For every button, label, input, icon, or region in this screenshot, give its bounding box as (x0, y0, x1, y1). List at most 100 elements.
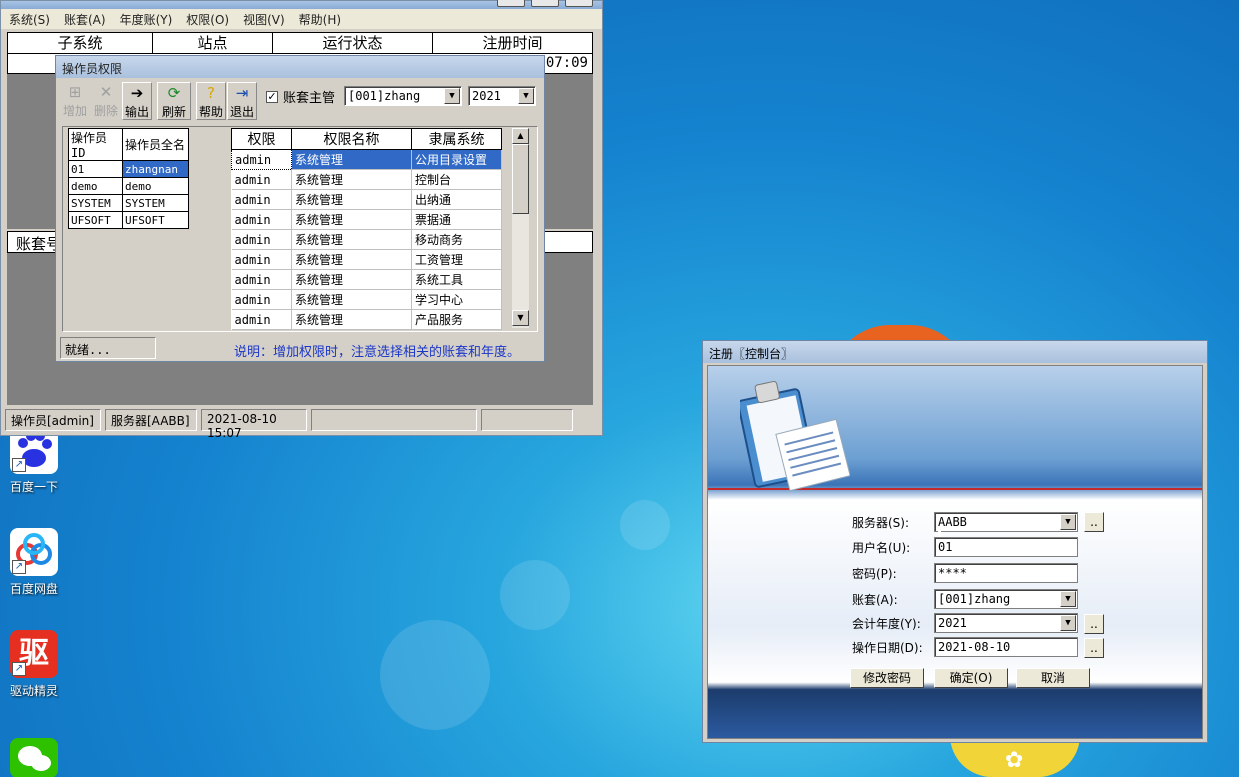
status-server: 服务器[AABB] (105, 409, 197, 431)
menu-help[interactable]: 帮助(H) (299, 11, 341, 28)
desktop-icon-wechat[interactable] (4, 738, 64, 777)
scroll-down-arrow-icon[interactable]: ▼ (512, 310, 529, 326)
refresh-label: 刷新 (161, 105, 186, 119)
desktop-icon-label: 百度网盘 (9, 582, 58, 596)
export-button[interactable]: ➔ 输出 (122, 82, 152, 120)
desktop-icon-baidu[interactable]: ↗ 百度一下 (4, 426, 64, 495)
menu-account[interactable]: 账套(A) (64, 11, 106, 28)
column-header[interactable]: 隶属系统 (411, 128, 502, 150)
menu-system[interactable]: 系统(S) (9, 11, 50, 28)
cancel-button[interactable]: 取消 (1016, 668, 1090, 688)
export-icon: ➔ (130, 84, 144, 102)
minimize-button[interactable] (497, 0, 525, 7)
permission-scrollbar[interactable]: ▲ ▼ (512, 128, 529, 328)
checkbox-label: 账套主管 (283, 91, 336, 106)
column-header[interactable]: 权限名称 (291, 128, 412, 150)
column-header[interactable]: 权限 (231, 128, 292, 150)
table-row[interactable]: admin 系统管理 票据通 (231, 209, 502, 230)
table-row[interactable]: admin 系统管理 工资管理 (231, 249, 502, 270)
wallpaper-bokeh (380, 620, 490, 730)
year-select[interactable]: 2021 ▼ (468, 86, 536, 106)
dialog-title: 操作员权限 (56, 56, 544, 78)
dropdown-arrow-icon[interactable]: ▼ (1060, 615, 1076, 631)
exit-button[interactable]: ⇥ 退出 (227, 82, 257, 120)
menu-permission[interactable]: 权限(O) (186, 11, 229, 28)
add-button[interactable]: ⊞ 增加 (60, 82, 90, 120)
server-browse-button[interactable]: .. (1084, 512, 1104, 532)
delete-label: 删除 (93, 104, 118, 118)
table-row[interactable]: demo demo (68, 177, 189, 195)
netdisk-cloud-icon: ↗ (10, 528, 58, 576)
table-row[interactable]: admin 系统管理 出纳通 (231, 189, 502, 210)
clipboard-documents-icon (740, 380, 850, 492)
account-select[interactable]: [001]zhang ▼ (344, 86, 462, 106)
status-operator: 操作员[admin] (5, 409, 101, 431)
permission-note: 说明：增加权限时，注意选择相关的账套和年度。 (234, 345, 521, 360)
date-picker-button[interactable]: .. (1084, 638, 1104, 658)
permissions-toolbar: ⊞ 增加 ✕ 删除 ➔ 输出 ⟳ 刷新 ? 帮助 ⇥ 退出 (60, 82, 258, 122)
maximize-button[interactable] (531, 0, 559, 7)
add-icon: ⊞ (68, 83, 82, 101)
column-header[interactable]: 子系统 (8, 33, 153, 53)
refresh-button[interactable]: ⟳ 刷新 (157, 82, 191, 120)
account-supervisor-checkbox[interactable]: ✓ 账套主管 (266, 87, 335, 106)
desktop-icon-label: 驱动精灵 (9, 684, 58, 698)
desktop-icon-label: 百度一下 (9, 480, 58, 494)
status-datetime: 2021-08-10 15:07 (201, 409, 307, 440)
table-row[interactable]: admin 系统管理 公用目录设置 (231, 149, 502, 170)
table-row[interactable]: SYSTEM SYSTEM (68, 194, 189, 212)
year-browse-button[interactable]: .. (1084, 614, 1104, 634)
wallpaper-flower-icon: ✿ (1005, 748, 1024, 773)
column-header[interactable]: 操作员ID (68, 128, 123, 161)
ok-button[interactable]: 确定(O) (934, 668, 1008, 688)
column-header[interactable]: 操作员全名 (122, 128, 189, 161)
scroll-thumb[interactable] (512, 144, 529, 214)
table-row[interactable]: admin 系统管理 控制台 (231, 169, 502, 190)
dropdown-arrow-icon[interactable]: ▼ (1060, 591, 1076, 607)
username-label: 用户名(U): (852, 541, 911, 555)
help-label: 帮助 (198, 105, 223, 119)
status-empty (481, 409, 573, 431)
password-field[interactable]: **** (934, 563, 1078, 583)
delete-icon: ✕ (99, 83, 113, 101)
table-row[interactable]: admin 系统管理 学习中心 (231, 289, 502, 310)
dropdown-arrow-icon[interactable]: ▼ (1060, 514, 1076, 530)
operator-table: 操作员ID 操作员全名 01 zhangnan demo demo SYSTEM… (68, 128, 189, 229)
table-row[interactable]: UFSOFT UFSOFT (68, 211, 189, 229)
shortcut-arrow-icon: ↗ (12, 458, 26, 472)
username-field[interactable]: 01 (934, 537, 1078, 557)
desktop-icon-baidu-netdisk[interactable]: ↗ 百度网盘 (4, 528, 64, 597)
wechat-icon (10, 738, 58, 777)
column-header[interactable]: 注册时间 (433, 33, 592, 53)
column-header[interactable]: 运行状态 (273, 33, 433, 53)
menu-view[interactable]: 视图(V) (243, 11, 285, 28)
fiscal-year-label: 会计年度(Y): (852, 617, 921, 631)
operator-permissions-dialog: 操作员权限 ⊞ 增加 ✕ 删除 ➔ 输出 ⟳ 刷新 ? 帮助 ⇥ 退出 ✓ 账套… (55, 55, 545, 362)
table-row[interactable]: admin 系统管理 移动商务 (231, 229, 502, 250)
server-select[interactable]: AABB ▼ (934, 512, 1078, 551)
close-button[interactable] (565, 0, 593, 7)
dropdown-arrow-icon[interactable]: ▼ (518, 88, 534, 104)
table-row[interactable]: admin 系统管理 系统工具 (231, 269, 502, 290)
status-empty (311, 409, 477, 431)
column-header[interactable]: 站点 (153, 33, 273, 53)
permission-table: 权限 权限名称 隶属系统 admin 系统管理 公用目录设置 admin 系统管… (231, 128, 502, 330)
status-ready: 就绪... (60, 337, 156, 359)
dropdown-arrow-icon[interactable]: ▼ (444, 88, 460, 104)
delete-button[interactable]: ✕ 删除 (91, 82, 121, 120)
desktop-icon-driver-genius[interactable]: 驱 ↗ 驱动精灵 (4, 630, 64, 699)
account-select[interactable]: [001]zhang ▼ (934, 589, 1078, 609)
wallpaper-bokeh (500, 560, 570, 630)
scroll-up-arrow-icon[interactable]: ▲ (512, 128, 529, 144)
operation-date-field[interactable]: 2021-08-10 (934, 637, 1078, 657)
fiscal-year-select[interactable]: 2021 ▼ (934, 613, 1078, 633)
help-button[interactable]: ? 帮助 (196, 82, 226, 120)
exit-label: 退出 (229, 105, 254, 119)
menu-year[interactable]: 年度账(Y) (120, 11, 173, 28)
menubar: 系统(S) 账套(A) 年度账(Y) 权限(O) 视图(V) 帮助(H) (1, 9, 602, 29)
driver-genius-icon: 驱 ↗ (10, 630, 58, 678)
change-password-button[interactable]: 修改密码 (850, 668, 924, 688)
main-statusbar: 操作员[admin] 服务器[AABB] 2021-08-10 15:07 (5, 409, 599, 440)
table-row[interactable]: 01 zhangnan (68, 160, 189, 178)
table-row[interactable]: admin 系统管理 产品服务 (231, 309, 502, 330)
